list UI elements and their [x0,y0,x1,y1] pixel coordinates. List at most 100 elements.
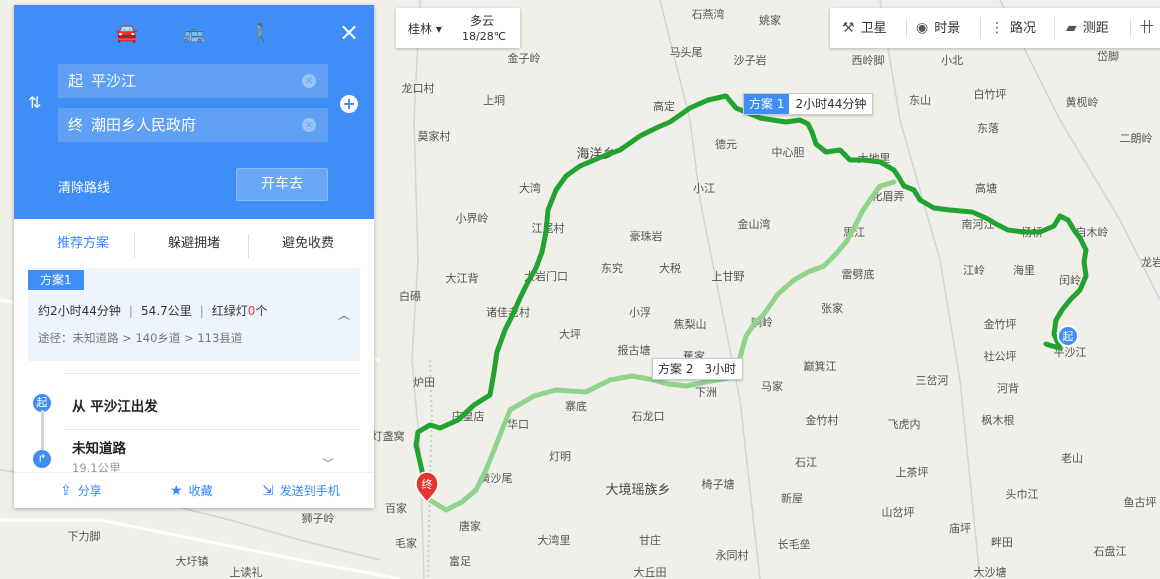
place-label: 沙子岩 [734,53,767,67]
tab-avoid-congestion[interactable]: 躲避拥堵 [135,229,253,259]
chevron-up-icon[interactable]: ︿ [338,306,350,323]
weather-city[interactable]: 桂林 ▾ [408,20,442,37]
place-label: 金竹坪 [984,317,1017,331]
place-label: 白礤 [399,289,421,303]
satellite-icon: ⚒ [842,20,855,36]
bus-icon: 🚌 [182,23,206,44]
globe-icon: ◉ [916,20,929,36]
place-label: 黄枧岭 [1066,95,1099,109]
place-label: 上垌 [483,93,505,107]
close-icon[interactable]: × [338,20,360,44]
step-2-title: 未知道路 [72,441,126,457]
plan-card[interactable]: 方案1 约2小时44分钟 | 54.7公里 | 红绿灯0个 ︿ 途径：未知道路 > 14… [28,268,360,361]
place-label: 姚家 [759,13,781,27]
plan1-map-time: 2小时44分钟 [795,97,867,111]
tab-recommended[interactable]: 推荐方案 [24,229,142,259]
tab-avoid-toll[interactable]: 避免收费 [249,229,367,259]
start-marker[interactable]: 起 [1057,325,1079,347]
tools-icon: 卄 [1140,20,1154,36]
place-label: 华口 [507,417,529,431]
place-label: 江岭 [963,263,985,277]
place-label: 小北 [941,54,963,67]
car-icon: 🚘 [115,23,139,44]
clear-start-icon[interactable]: × [302,74,316,88]
swap-icon[interactable]: ⇅ [28,93,41,112]
end-tag: 终 [68,116,84,134]
weather-condition: 多云 [470,14,495,28]
place-label: 巅箕江 [804,359,837,373]
favorite-button[interactable]: ★ 收藏 [170,473,213,508]
plan-badge: 方案1 [28,270,84,290]
place-label: 河背 [997,381,1019,395]
place-label: 石盘江 [1094,544,1127,558]
place-label: 东落 [977,122,999,135]
place-label: 畔田 [991,536,1013,549]
place-label: 豪珠岩 [630,229,663,243]
place-label: 甘庄 [639,533,661,547]
chevron-down-icon[interactable]: ﹀ [322,455,334,472]
place-label: 海里 [1013,263,1035,277]
end-input[interactable]: 终潮田乡人民政府 × [58,108,328,142]
place-label: 鱼古坪 [1124,495,1157,509]
place-label: 莫家村 [418,129,451,143]
place-label: 狮子岭 [302,511,335,525]
place-label: 下力脚 [68,529,101,543]
step-1-title: 从 平沙江出发 [72,399,158,415]
place-label: 雷劈底 [842,267,875,281]
place-label: 上茶坪 [896,466,929,479]
clear-end-icon[interactable]: × [302,118,316,132]
place-label: 东究 [601,261,623,275]
place-label: 小浮 [629,306,651,319]
place-label: 马家 [761,379,783,393]
place-label: 白竹坪 [974,87,1007,101]
place-label: 德元 [715,137,737,151]
place-label: 头巾江 [1006,487,1039,501]
end-marker-label: 终 [422,477,433,491]
place-label: 山岔坪 [882,506,915,519]
place-label: 寨底 [565,399,587,413]
place-label: 三岔河 [916,374,949,387]
start-input[interactable]: 起平沙江 × [58,64,328,98]
place-label: 金子岭 [508,51,541,65]
clear-route-link[interactable]: 清除路线 [58,177,110,196]
share-button[interactable]: ⇪ 分享 [60,473,102,508]
share-icon: ⇪ [60,483,72,499]
traffic-button[interactable]: ⋮ 路况 [990,8,1036,48]
plan2-map-label[interactable]: 方案 2 3小时 [652,358,744,380]
place-label: 炉田 [413,376,435,389]
start-tag: 起 [68,72,84,90]
place-label: 西岭脚 [852,53,885,67]
place-label: 椅子塘 [702,477,735,491]
place-label: 石燕湾 [692,7,725,21]
timescape-button[interactable]: ◉ 时景 [916,8,960,48]
place-label: 上读礼 [230,565,263,579]
map-toolbar: ⚒ 卫星 ◉ 时景 ⋮ 路况 ▰ 测距 卄 [830,8,1160,48]
place-label: 石江 [795,456,817,469]
place-label: 大江背 [446,271,479,285]
place-label: 岱脚 [1097,49,1119,63]
car-mode-button[interactable]: 🚘 [114,23,140,45]
satellite-button[interactable]: ⚒ 卫星 [842,8,887,48]
more-tools-button[interactable]: 卄 [1140,8,1160,48]
place-label: 报古塘 [618,343,651,357]
plan1-map-label[interactable]: 方案 1 2小时44分钟 [743,93,874,115]
place-label: 石龙口 [632,410,665,423]
plan-lights-unit: 个 [255,304,268,318]
place-label: 毛家 [395,536,417,550]
plan2-map-time: 3小时 [704,362,737,376]
place-label: 上甘野 [712,270,745,283]
place-label: 富足 [449,554,471,568]
place-label: 老山 [1061,452,1083,465]
send-to-phone-button[interactable]: ⇲ 发送到手机 [262,473,340,508]
star-icon: ★ [170,483,183,499]
weather-widget[interactable]: 桂林 ▾ 多云 18/28℃ [396,8,520,48]
drive-button[interactable]: 开车去 [236,168,328,201]
walk-mode-button[interactable]: 🚶 [248,23,274,45]
bus-mode-button[interactable]: 🚌 [181,23,207,45]
add-waypoint-icon[interactable]: + [340,95,358,113]
place-label: 马头尾 [670,46,703,59]
place-label: 中心胆 [772,146,805,159]
measure-button[interactable]: ▰ 测距 [1066,8,1109,48]
place-label: 高定 [653,99,675,113]
place-label: 枫木根 [982,413,1015,427]
